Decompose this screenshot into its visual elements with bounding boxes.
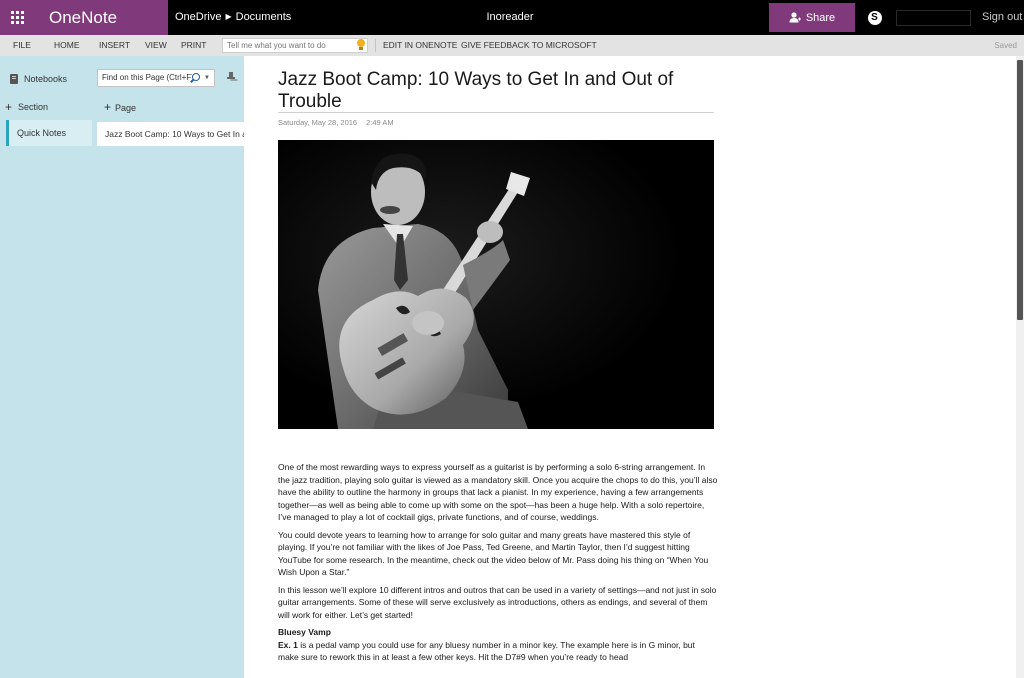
sign-out-link[interactable]: Sign out <box>982 0 1022 35</box>
paragraph: Ex. 1 is a pedal vamp you could use for … <box>278 639 718 664</box>
breadcrumb: OneDrive ▶ Documents <box>175 0 291 35</box>
waffle-icon <box>11 11 24 24</box>
person-add-icon <box>789 12 801 23</box>
save-status: Saved <box>994 41 1017 50</box>
tab-print[interactable]: PRINT <box>181 35 207 56</box>
edit-in-onenote-button[interactable]: EDIT IN ONENOTE <box>383 35 457 56</box>
tab-home[interactable]: HOME <box>54 35 80 56</box>
page-date: Saturday, May 28, 2016 <box>278 118 358 127</box>
ribbon: FILE HOME INSERT VIEW PRINT EDIT IN ONEN… <box>0 35 1024 56</box>
notebook-nav-pane: Notebooks + Section Quick Notes <box>0 56 92 678</box>
paragraph: In this lesson we’ll explore 10 differen… <box>278 584 717 620</box>
scrollbar[interactable] <box>1016 56 1024 678</box>
subheading: Bluesy Vamp <box>278 627 331 637</box>
notebook-title: Inoreader <box>486 11 534 23</box>
tab-file[interactable]: FILE <box>13 35 31 56</box>
title-divider <box>278 112 714 113</box>
skype-icon: S <box>867 10 882 25</box>
chevron-down-icon[interactable]: ▼ <box>204 70 210 86</box>
page-time: 2:49 AM <box>366 118 394 127</box>
add-page-button[interactable]: + Page <box>104 98 136 116</box>
scrollbar-thumb[interactable] <box>1017 60 1023 320</box>
tab-view[interactable]: VIEW <box>145 35 167 56</box>
pin-icon[interactable] <box>227 72 235 84</box>
guitarist-illustration <box>278 140 714 429</box>
add-page-label: Page <box>115 103 137 113</box>
example-text: is a pedal vamp you could use for any bl… <box>278 639 695 663</box>
app-name[interactable]: OneNote Online <box>35 0 168 62</box>
app-launcher-button[interactable] <box>0 0 35 35</box>
chevron-right-icon: ▶ <box>225 12 232 21</box>
notebooks-button[interactable]: Notebooks <box>24 70 67 88</box>
tab-insert[interactable]: INSERT <box>99 35 130 56</box>
top-bar: OneNote Online OneDrive ▶ Documents Inorea… <box>0 0 1024 62</box>
guitarist-photo[interactable] <box>278 140 714 429</box>
plus-icon: + <box>104 100 112 114</box>
paragraph: One of the most rewarding ways to expres… <box>278 462 718 522</box>
share-label: Share <box>805 11 836 24</box>
breadcrumb-onedrive[interactable]: OneDrive <box>175 11 221 23</box>
user-account[interactable] <box>896 10 971 26</box>
page-item[interactable]: Jazz Boot Camp: 10 Ways to Get In and Ou… <box>97 122 244 146</box>
skype-button[interactable]: S <box>858 0 891 35</box>
breadcrumb-documents[interactable]: Documents <box>236 11 292 23</box>
page-timestamp: Saturday, May 28, 2016 2:49 AM <box>278 118 394 127</box>
plus-icon[interactable]: + <box>5 98 12 116</box>
find-on-page-input[interactable]: Find on this Page (Ctrl+F) ▼ <box>97 69 215 87</box>
page-title[interactable]: Jazz Boot Camp: 10 Ways to Get In and Ou… <box>278 69 718 113</box>
pages-pane: Find on this Page (Ctrl+F) ▼ + Page Jazz … <box>92 56 244 678</box>
share-button[interactable]: Share <box>769 3 855 32</box>
notebook-icon <box>10 74 18 84</box>
find-placeholder: Find on this Page (Ctrl+F) <box>102 73 192 82</box>
example-label: Ex. 1 <box>278 639 298 650</box>
search-icon[interactable] <box>192 73 200 81</box>
lightbulb-icon <box>357 39 365 50</box>
note-body[interactable]: One of the most rewarding ways to expres… <box>278 461 718 669</box>
section-item-quick-notes[interactable]: Quick Notes <box>6 120 92 146</box>
note-canvas: Jazz Boot Camp: 10 Ways to Get In and Ou… <box>244 56 1016 678</box>
paragraph: You could devote years to learning how t… <box>278 529 709 578</box>
ribbon-divider <box>375 39 376 52</box>
give-feedback-button[interactable]: GIVE FEEDBACK TO MICROSOFT <box>461 35 597 56</box>
tell-me-input[interactable] <box>222 38 368 53</box>
add-section-button[interactable]: Section <box>18 98 48 116</box>
